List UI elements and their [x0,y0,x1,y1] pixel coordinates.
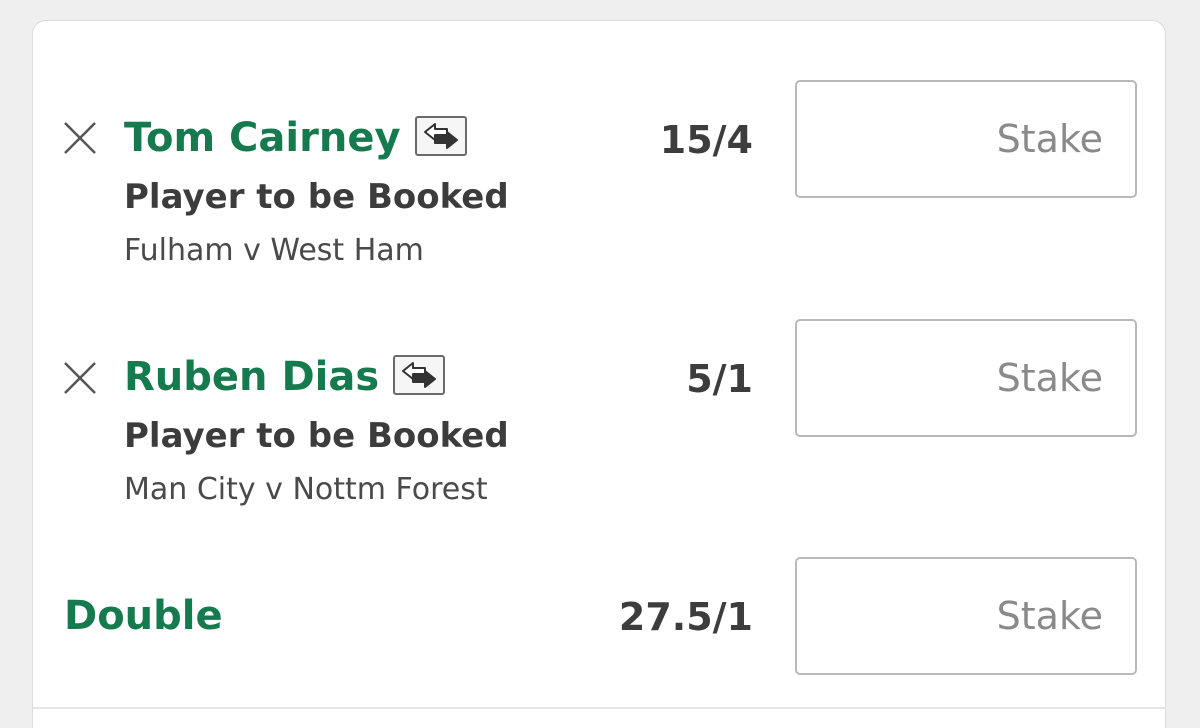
divider [33,707,1165,709]
multiple-stake-input[interactable] [795,557,1137,675]
multiple-label: Double [64,593,223,639]
multiple-row: Double 27.5/1 [33,21,1165,681]
betslip-card: Tom Cairney Player to be Booked Fulham v… [32,20,1166,728]
multiple-odds: 27.5/1 [618,595,753,639]
